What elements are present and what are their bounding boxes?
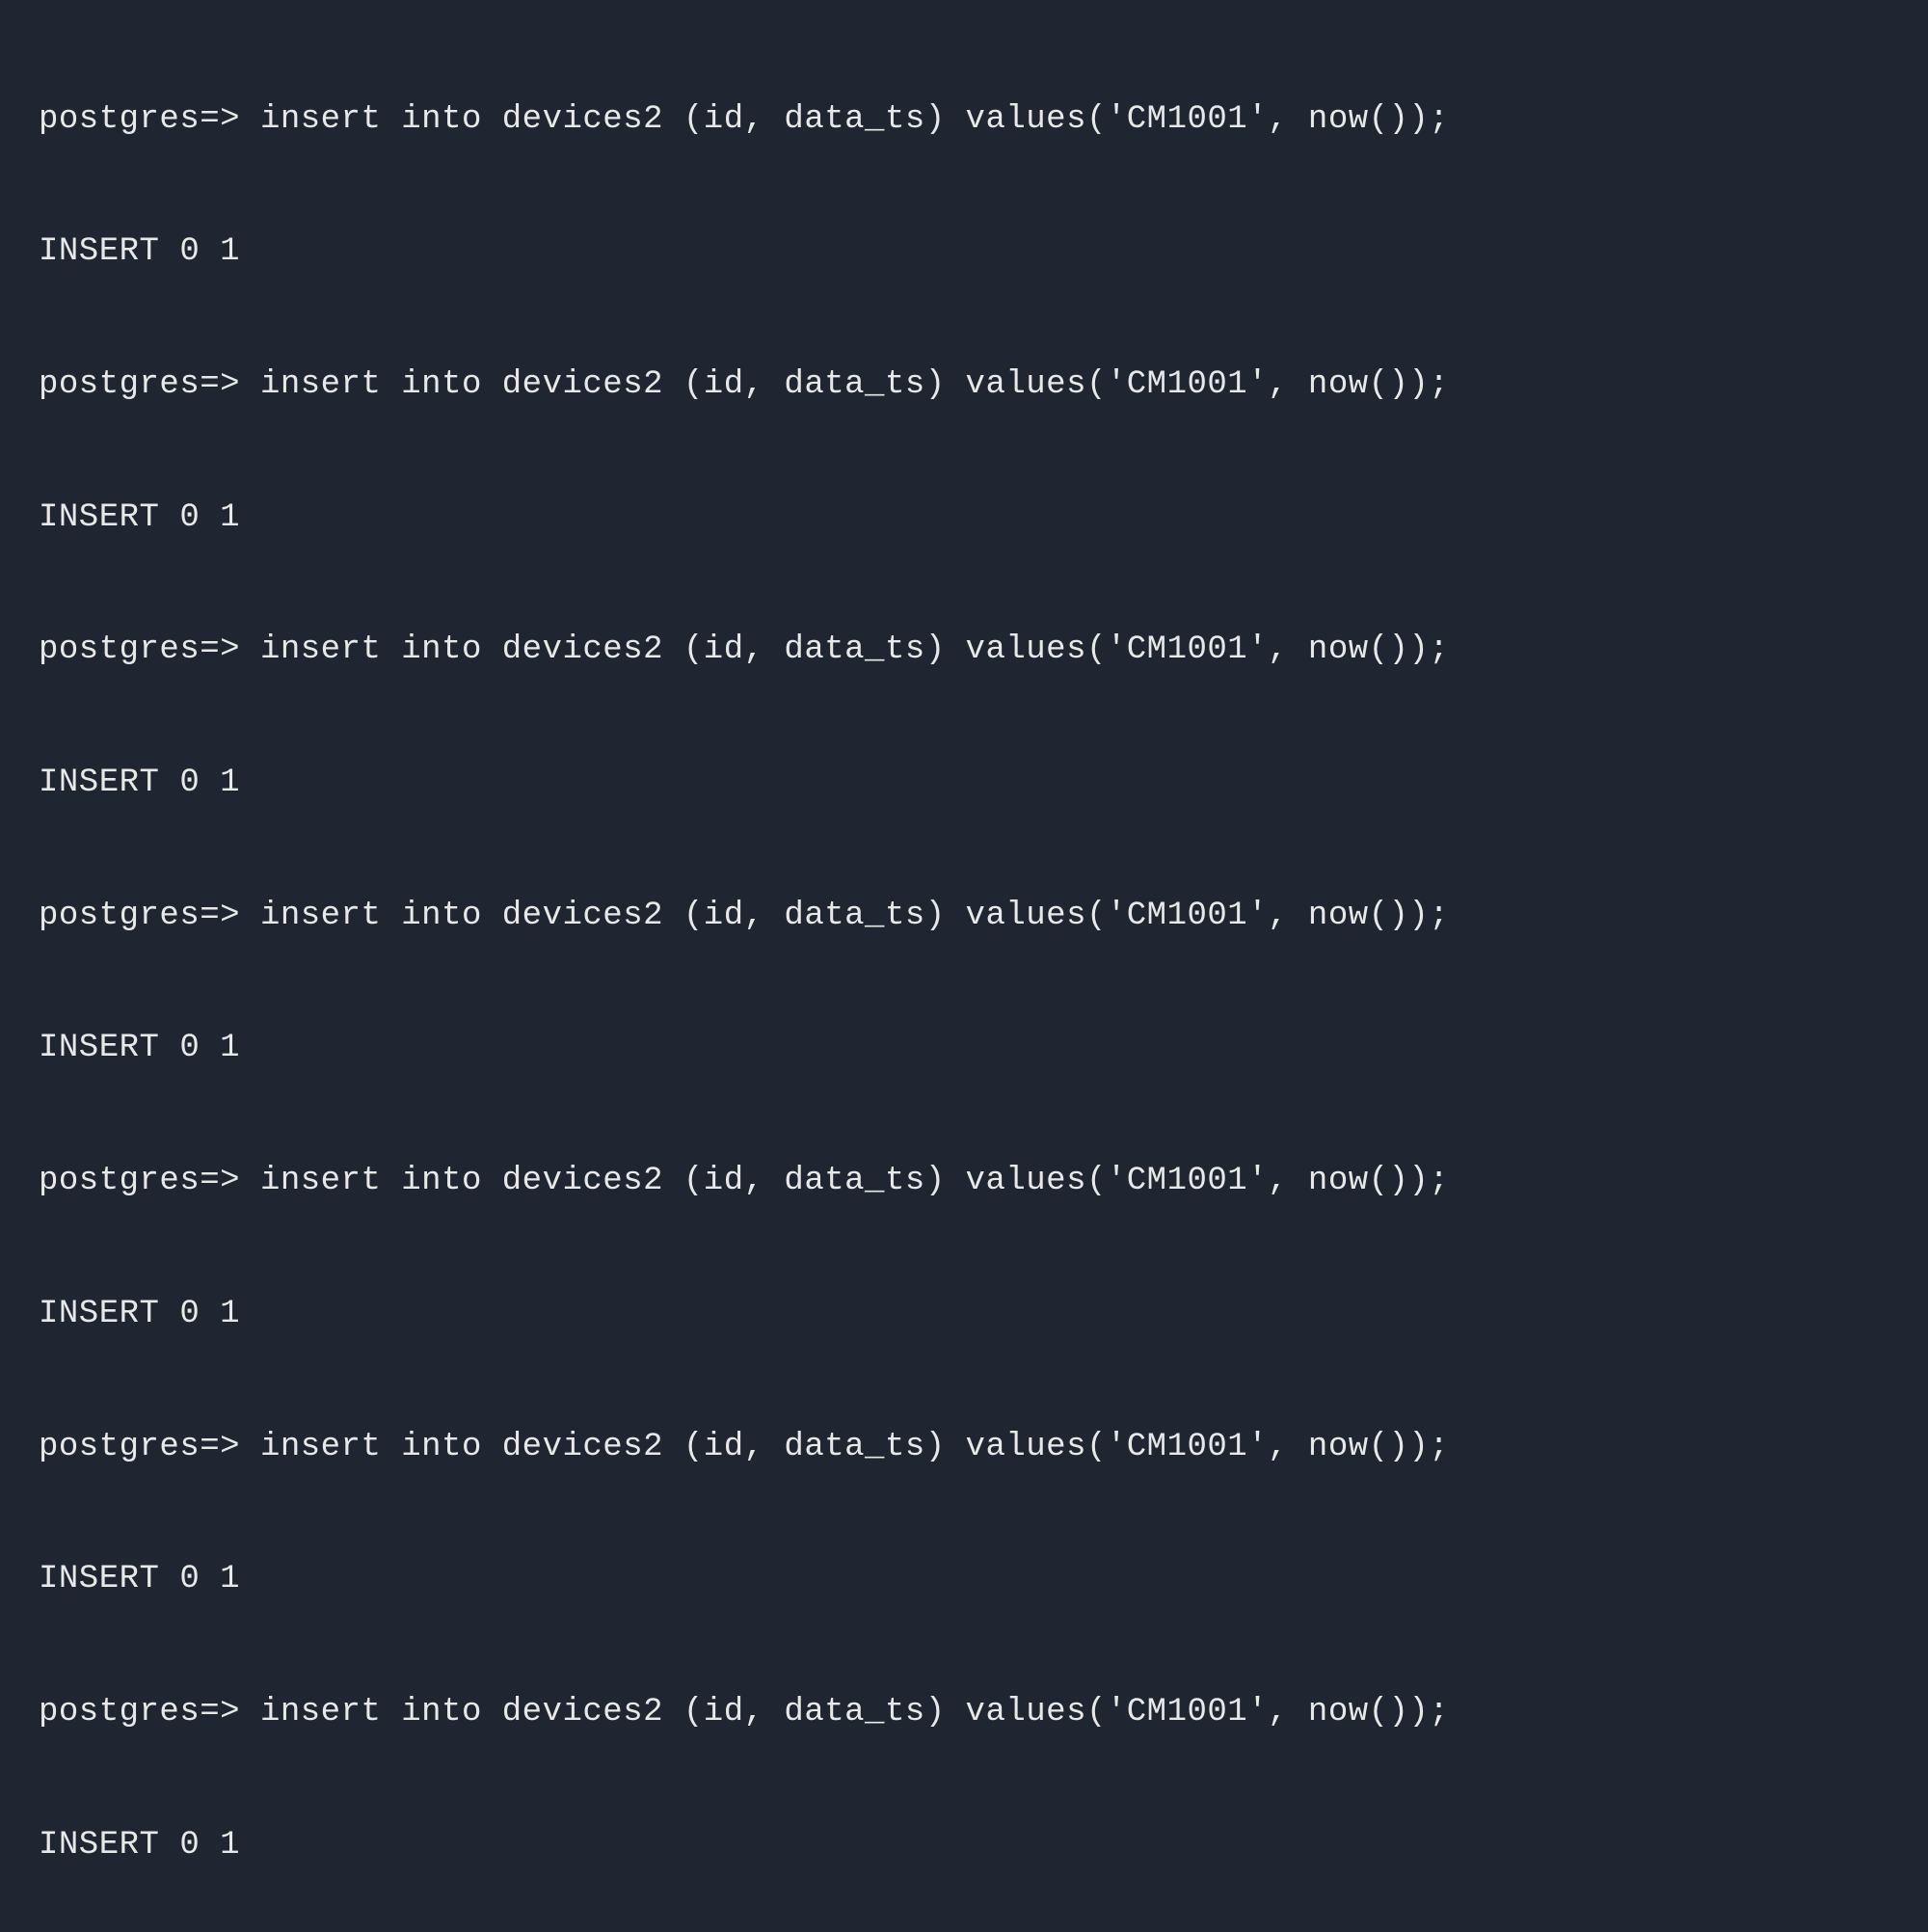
terminal-response: INSERT 0 1 xyxy=(39,1558,1889,1602)
insert-result: INSERT 0 1 xyxy=(39,1561,240,1597)
terminal-line: postgres=> insert into devices2 (id, dat… xyxy=(39,629,1889,673)
terminal-response: INSERT 0 1 xyxy=(39,762,1889,806)
insert-result: INSERT 0 1 xyxy=(39,233,240,270)
terminal-line: postgres=> insert into devices2 (id, dat… xyxy=(39,363,1889,408)
terminal-response: INSERT 0 1 xyxy=(39,1824,1889,1868)
prompt: postgres=> xyxy=(39,101,260,138)
sql-command: insert into devices2 (id, data_ts) value… xyxy=(260,1429,1449,1465)
prompt: postgres=> xyxy=(39,1429,260,1465)
prompt: postgres=> xyxy=(39,1163,260,1199)
terminal-line: postgres=> insert into devices2 (id, dat… xyxy=(39,1426,1889,1470)
terminal-line: postgres=> insert into devices2 (id, dat… xyxy=(39,1691,1889,1735)
terminal-line: postgres=> insert into devices2 (id, dat… xyxy=(39,895,1889,939)
terminal-line: postgres=> insert into devices2 (id, dat… xyxy=(39,1160,1889,1204)
sql-command: insert into devices2 (id, data_ts) value… xyxy=(260,898,1449,934)
terminal-line: postgres=> insert into devices2 (id, dat… xyxy=(39,98,1889,143)
sql-command: insert into devices2 (id, data_ts) value… xyxy=(260,631,1449,668)
terminal-response: INSERT 0 1 xyxy=(39,1293,1889,1337)
terminal-response: INSERT 0 1 xyxy=(39,230,1889,275)
insert-result: INSERT 0 1 xyxy=(39,1296,240,1332)
insert-result: INSERT 0 1 xyxy=(39,765,240,801)
prompt: postgres=> xyxy=(39,631,260,668)
prompt: postgres=> xyxy=(39,366,260,403)
sql-command: insert into devices2 (id, data_ts) value… xyxy=(260,101,1449,138)
insert-result: INSERT 0 1 xyxy=(39,499,240,536)
insert-result: INSERT 0 1 xyxy=(39,1827,240,1864)
sql-command: insert into devices2 (id, data_ts) value… xyxy=(260,1163,1449,1199)
sql-command: insert into devices2 (id, data_ts) value… xyxy=(260,1694,1449,1731)
prompt: postgres=> xyxy=(39,898,260,934)
sql-command: insert into devices2 (id, data_ts) value… xyxy=(260,366,1449,403)
insert-result: INSERT 0 1 xyxy=(39,1030,240,1066)
terminal-output[interactable]: postgres=> insert into devices2 (id, dat… xyxy=(39,10,1889,1932)
prompt: postgres=> xyxy=(39,1694,260,1731)
terminal-response: INSERT 0 1 xyxy=(39,496,1889,541)
terminal-response: INSERT 0 1 xyxy=(39,1027,1889,1071)
